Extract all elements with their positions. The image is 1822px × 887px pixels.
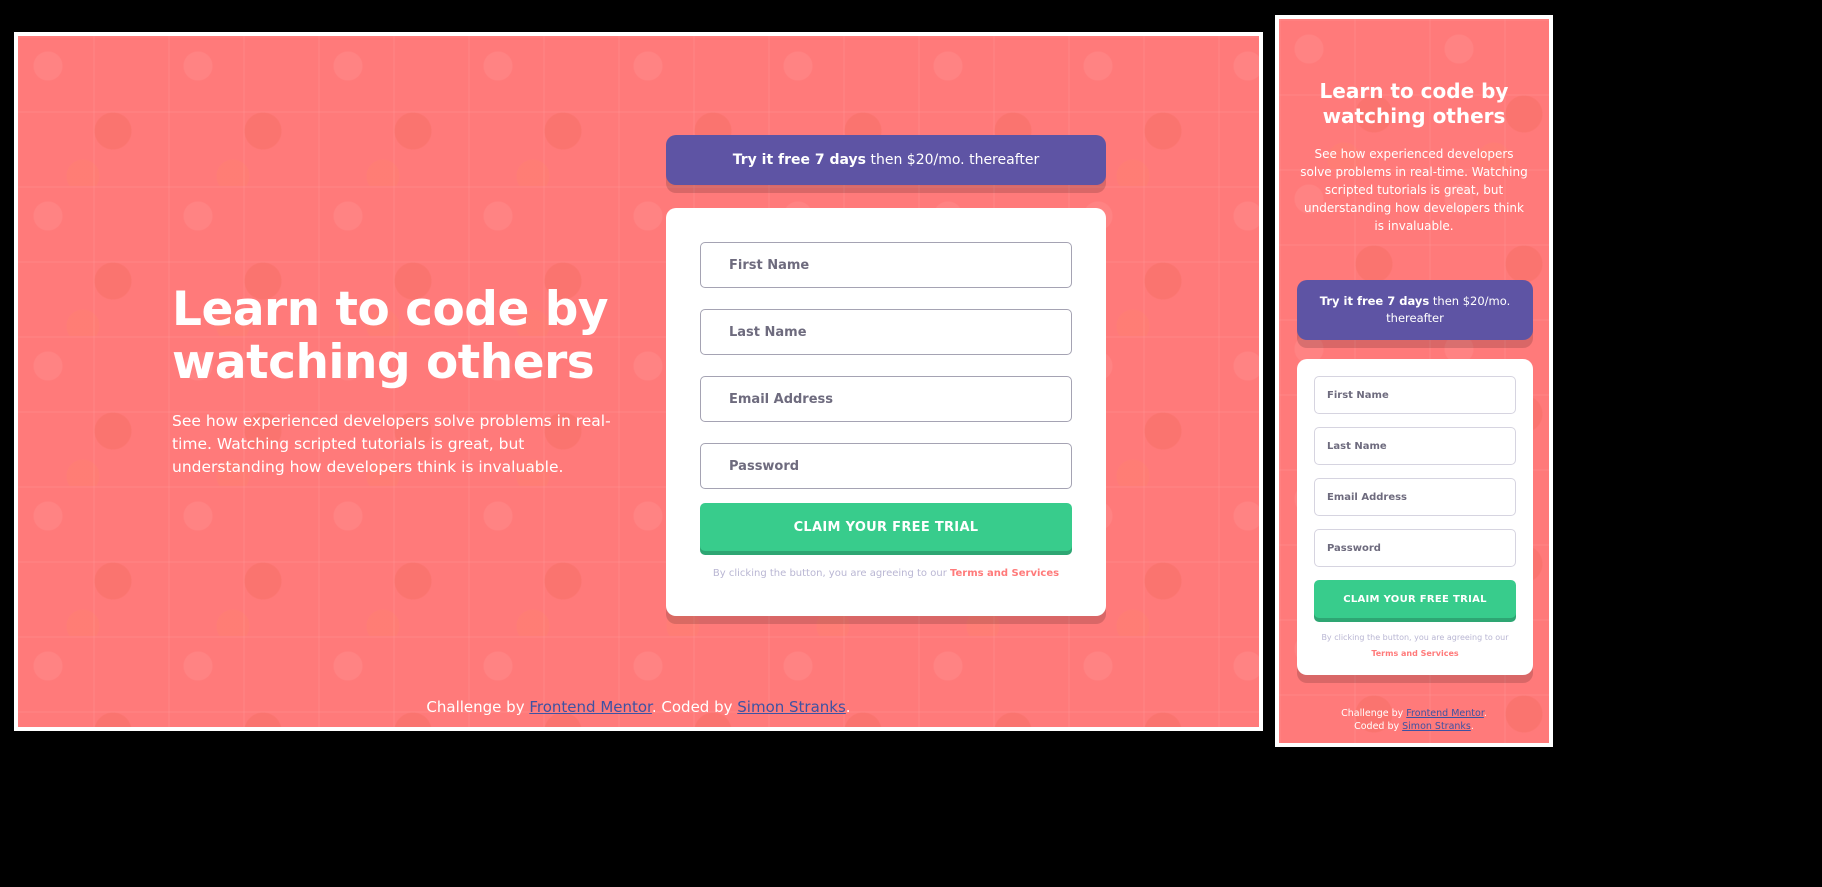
hero-description: See how experienced developers solve pro… <box>172 412 611 476</box>
desktop-page: Learn to code by watching others See how… <box>18 36 1259 727</box>
mobile-page: Learn to code by watching others See how… <box>1279 19 1549 743</box>
terms-notice-mobile: By clicking the button, you are agreeing… <box>1314 630 1516 662</box>
page-title: Learn to code by watching others <box>172 282 608 390</box>
claim-trial-button-mobile[interactable]: CLAIM YOUR FREE TRIAL <box>1314 580 1516 618</box>
email-input[interactable] <box>700 376 1072 422</box>
frontend-mentor-link[interactable]: Frontend Mentor <box>529 698 652 716</box>
last-name-input-mobile[interactable] <box>1314 427 1516 465</box>
attribution-coded-text-mobile: Coded by <box>1354 721 1403 732</box>
pricing-banner-text: then $20/mo. thereafter <box>866 152 1040 168</box>
hero-description-mobile: See how experienced developers solve pro… <box>1300 147 1528 233</box>
attribution-challenge-text-mobile: Challenge by <box>1341 708 1407 719</box>
mobile-preview: Learn to code by watching others See how… <box>1275 15 1553 747</box>
first-name-input-mobile[interactable] <box>1314 376 1516 414</box>
author-link-mobile[interactable]: Simon Stranks <box>1402 721 1471 732</box>
attribution-challenge-text: Challenge by <box>426 698 530 716</box>
hero-section: Learn to code by watching others See how… <box>172 283 612 479</box>
frontend-mentor-link-mobile[interactable]: Frontend Mentor <box>1406 708 1484 719</box>
terms-text-mobile: By clicking the button, you are agreeing… <box>1321 633 1509 642</box>
pricing-banner-bold: Try it free 7 days <box>732 152 867 168</box>
signup-form: CLAIM YOUR FREE TRIAL By clicking the bu… <box>666 208 1106 616</box>
attribution-coded-text: . Coded by <box>651 698 738 716</box>
pricing-banner-mobile: Try it free 7 days then $20/mo. thereaft… <box>1297 280 1533 340</box>
pricing-banner-bold-mobile: Try it free 7 days <box>1319 294 1430 308</box>
password-input-mobile[interactable] <box>1314 529 1516 567</box>
desktop-preview: Learn to code by watching others See how… <box>14 32 1263 731</box>
terms-text: By clicking the button, you are agreeing… <box>712 568 950 579</box>
terms-link[interactable]: Terms and Services <box>950 568 1059 579</box>
signup-form-mobile: CLAIM YOUR FREE TRIAL By clicking the bu… <box>1297 359 1533 675</box>
attribution-suffix: . <box>845 698 851 716</box>
password-input[interactable] <box>700 443 1072 489</box>
email-input-mobile[interactable] <box>1314 478 1516 516</box>
terms-notice: By clicking the button, you are agreeing… <box>700 568 1072 579</box>
author-link[interactable]: Simon Stranks <box>737 698 846 716</box>
first-name-input[interactable] <box>700 242 1072 288</box>
terms-link-mobile[interactable]: Terms and Services <box>1371 649 1458 658</box>
attribution-mobile: Challenge by Frontend Mentor. Coded by S… <box>1279 707 1549 733</box>
attribution: Challenge by Frontend Mentor. Coded by S… <box>18 698 1259 716</box>
hero-section-mobile: Learn to code by watching others See how… <box>1299 79 1529 235</box>
last-name-input[interactable] <box>700 309 1072 355</box>
pricing-banner: Try it free 7 days then $20/mo. thereaft… <box>666 135 1106 185</box>
attribution-dot-mobile: . <box>1483 708 1487 719</box>
claim-trial-button[interactable]: CLAIM YOUR FREE TRIAL <box>700 503 1072 551</box>
attribution-suffix-mobile: . <box>1470 721 1474 732</box>
page-title-mobile: Learn to code by watching others <box>1319 79 1509 128</box>
